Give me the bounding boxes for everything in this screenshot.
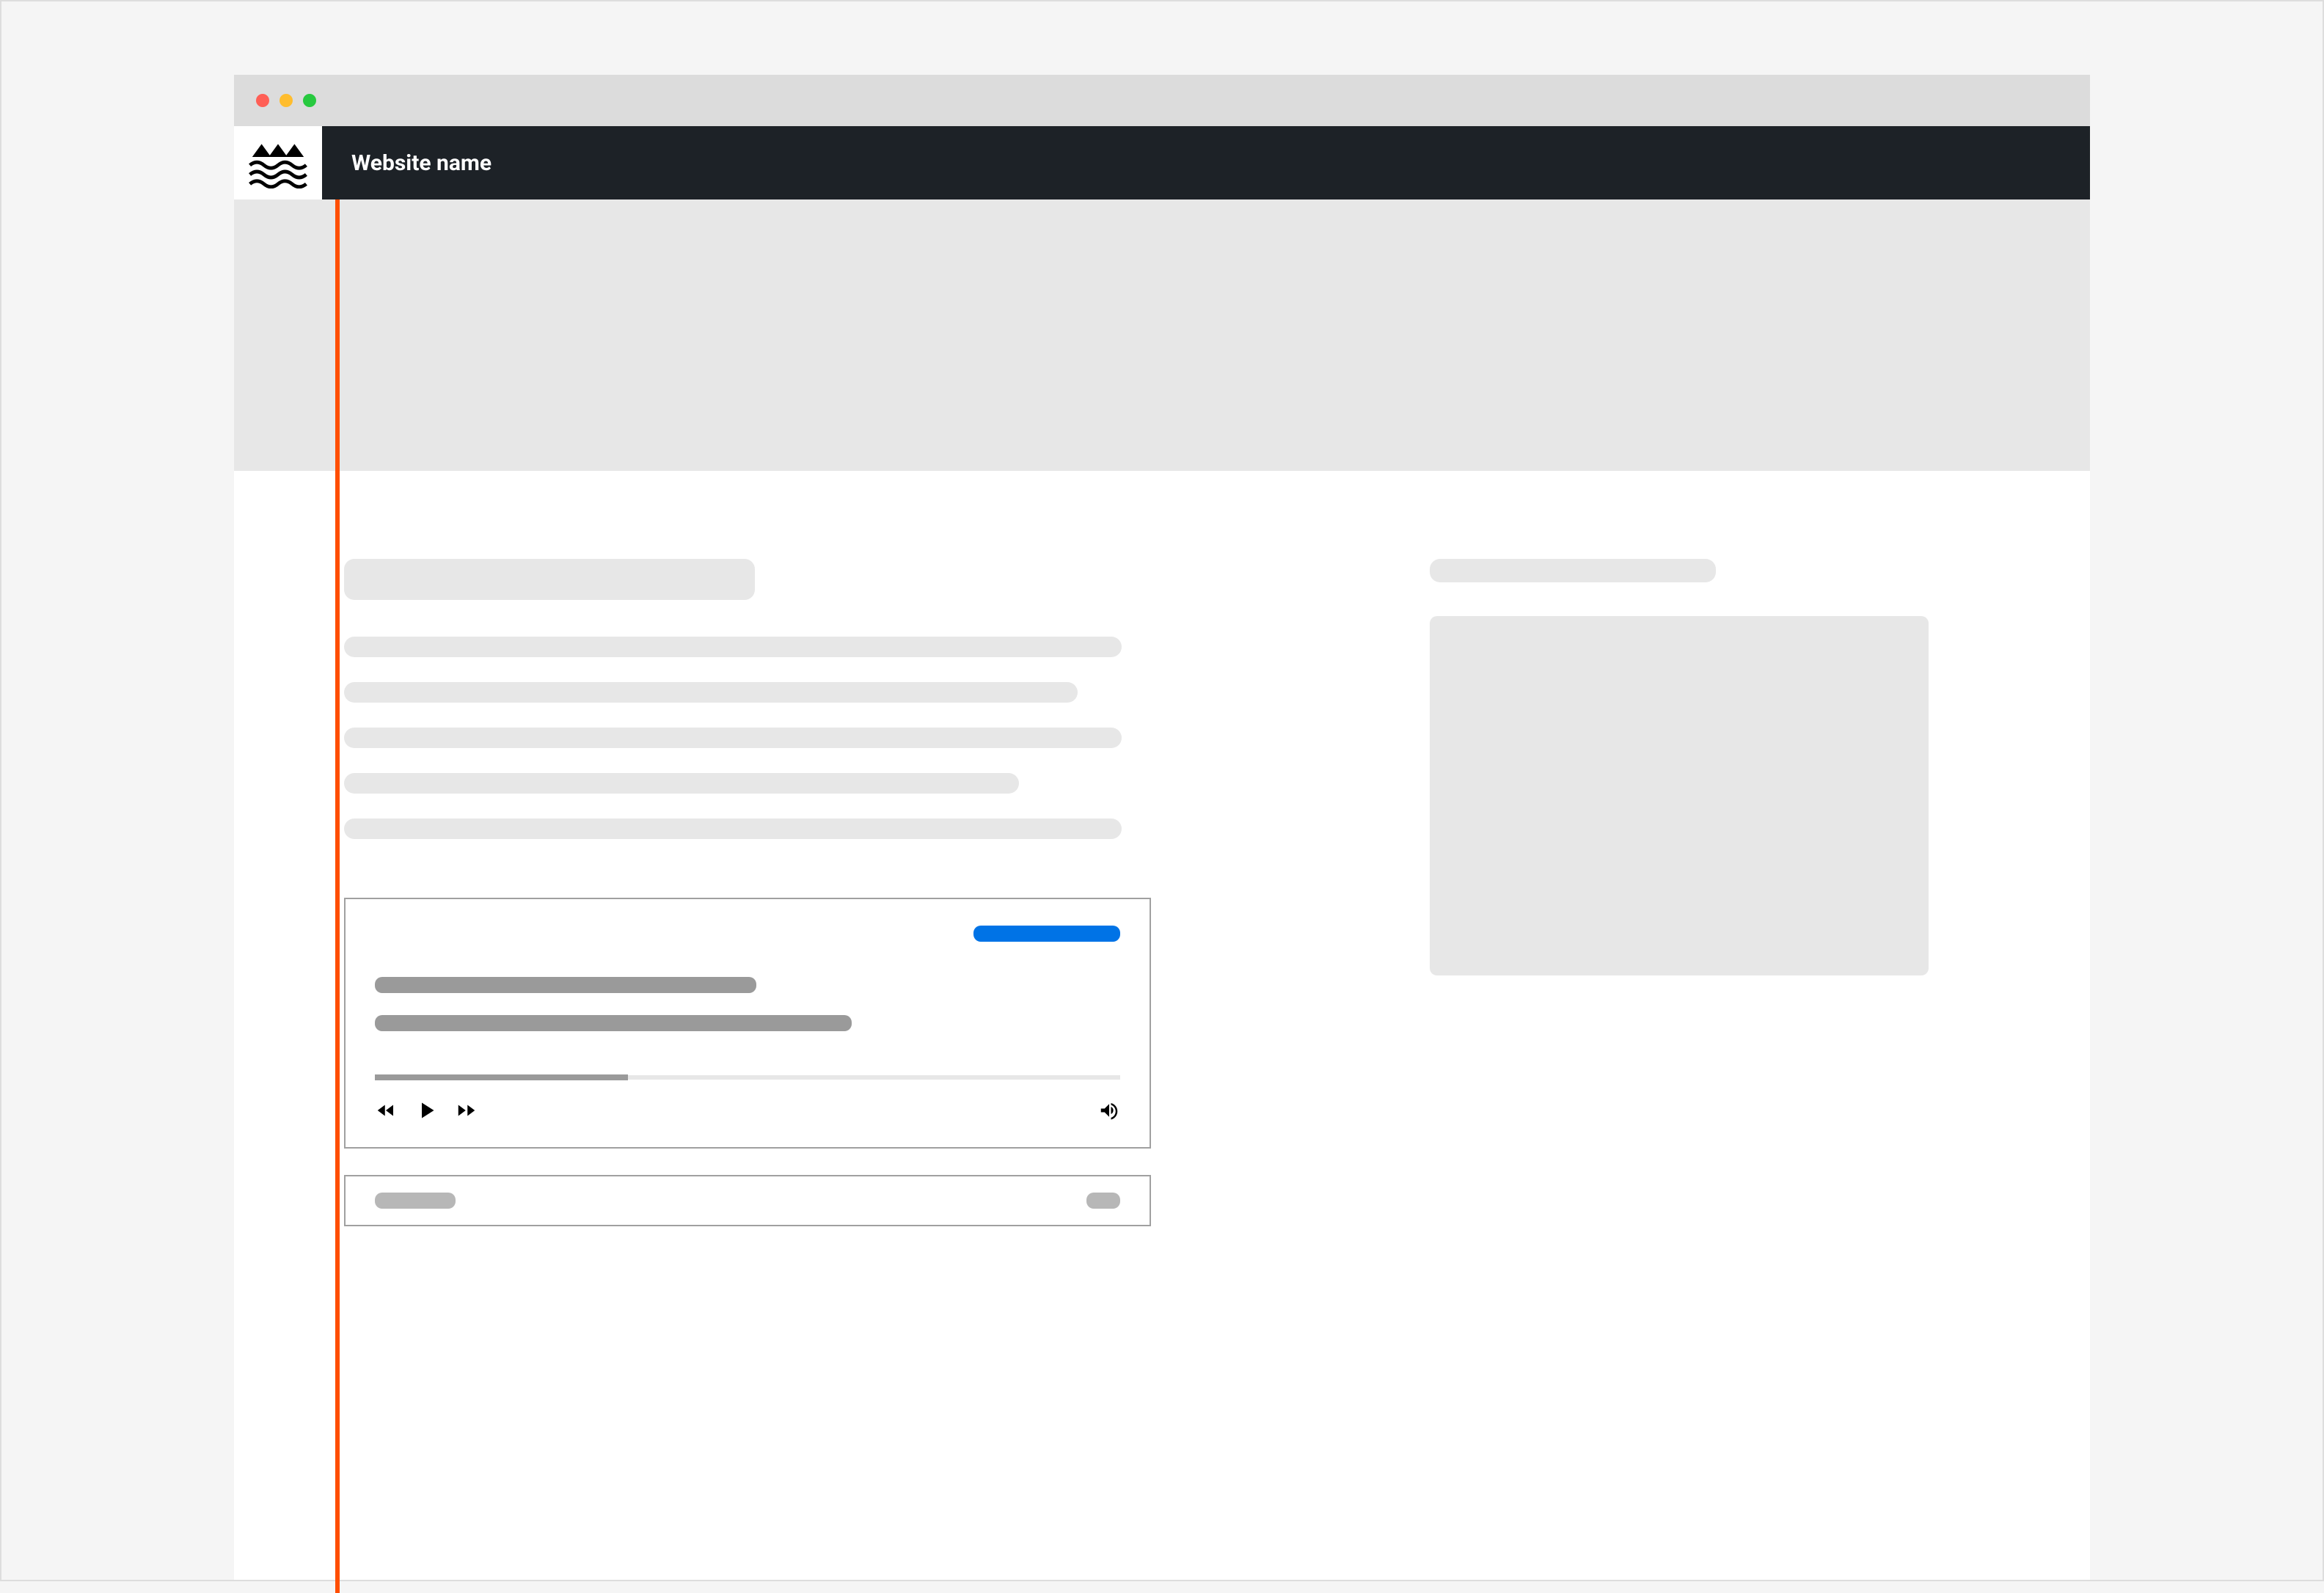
- window-maximize-icon[interactable]: [303, 94, 316, 107]
- progress-fill: [375, 1074, 628, 1080]
- browser-titlebar: [234, 75, 2090, 126]
- volume-icon: [1098, 1099, 1120, 1121]
- site-name: Website name: [351, 150, 492, 176]
- window-minimize-icon[interactable]: [279, 94, 293, 107]
- audio-player-card: [344, 898, 1151, 1149]
- sidebar-title-placeholder: [1430, 559, 1716, 582]
- site-header: Website name: [234, 126, 2090, 199]
- rewind-button[interactable]: [375, 1099, 397, 1124]
- play-icon: [413, 1097, 439, 1124]
- progress-track[interactable]: [375, 1075, 1120, 1080]
- page-title-placeholder: [344, 559, 755, 600]
- transport-controls: [375, 1097, 478, 1127]
- list-row-card[interactable]: [344, 1175, 1151, 1226]
- browser-window: Website name: [234, 75, 2090, 1580]
- play-button[interactable]: [413, 1097, 439, 1127]
- body-line-placeholder: [344, 773, 1019, 794]
- body-line-placeholder: [344, 637, 1122, 657]
- body-line-placeholder: [344, 819, 1122, 839]
- forward-icon: [456, 1099, 478, 1121]
- media-title-placeholder: [375, 977, 756, 993]
- rewind-icon: [375, 1099, 397, 1121]
- player-controls: [375, 1097, 1120, 1127]
- sidebar-box-placeholder: [1430, 616, 1929, 975]
- alignment-guide: [335, 199, 340, 1593]
- forward-button[interactable]: [456, 1099, 478, 1124]
- main-column: [344, 559, 1151, 1226]
- volume-button[interactable]: [1098, 1099, 1120, 1124]
- window-close-icon[interactable]: [256, 94, 269, 107]
- row-label-placeholder: [375, 1193, 456, 1209]
- row-value-placeholder: [1086, 1193, 1120, 1209]
- player-link-placeholder[interactable]: [973, 926, 1120, 942]
- hero-band: [234, 199, 2090, 471]
- body-line-placeholder: [344, 682, 1078, 703]
- sidebar-column: [1430, 559, 1929, 1226]
- content-area: [234, 471, 2090, 1226]
- body-line-placeholder: [344, 728, 1122, 748]
- site-logo[interactable]: [234, 126, 322, 199]
- player-link-row: [375, 926, 1120, 942]
- logo-icon: [249, 137, 307, 188]
- outer-canvas: Website name: [1, 75, 2323, 1580]
- media-subtitle-placeholder: [375, 1015, 852, 1031]
